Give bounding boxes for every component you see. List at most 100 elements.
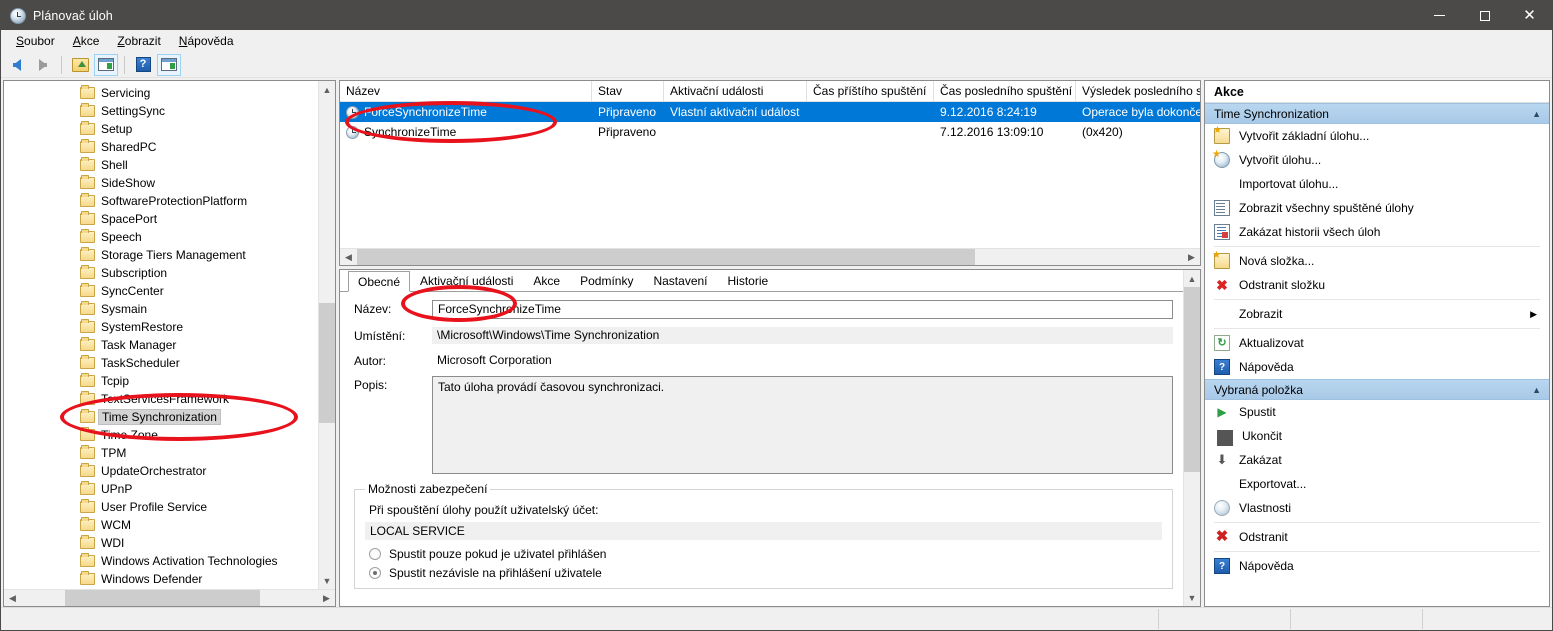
radio-run-whether-logged-on-or-not[interactable]: Spustit nezávisle na přihlášení uživatel…	[369, 566, 1162, 580]
up-folder-button[interactable]	[68, 54, 92, 76]
back-button[interactable]	[5, 54, 29, 76]
tree-item-settingsync[interactable]: SettingSync	[4, 102, 318, 120]
tree-item-subscription[interactable]: Subscription	[4, 264, 318, 282]
column-header-2[interactable]: Aktivační události	[664, 81, 807, 101]
action-zak-zat[interactable]: ⬇ Zakázat	[1205, 448, 1549, 472]
menu-akce[interactable]: Akce	[64, 31, 109, 51]
tree-item-systemrestore[interactable]: SystemRestore	[4, 318, 318, 336]
column-header-4[interactable]: Čas posledního spuštění	[934, 81, 1076, 101]
action-spustit[interactable]: ▶ Spustit	[1205, 400, 1549, 424]
minimize-button[interactable]	[1417, 1, 1462, 30]
show-action-pane-button[interactable]	[157, 53, 181, 76]
scroll-down-icon[interactable]: ▼	[319, 572, 336, 589]
action-vytvo-it-z-kladn-lohu[interactable]: Vytvořit základní úlohu...	[1205, 124, 1549, 148]
column-header-5[interactable]: Výsledek posledního spuštění	[1076, 81, 1200, 101]
tree-item-speech[interactable]: Speech	[4, 228, 318, 246]
forward-button[interactable]	[31, 54, 55, 76]
tab-podm-nky[interactable]: Podmínky	[570, 271, 643, 291]
action-n-pov-da[interactable]: ? Nápověda	[1205, 355, 1549, 379]
menu-soubor[interactable]: Soubor	[7, 31, 64, 51]
tree-item-time-synchronization[interactable]: Time Synchronization	[4, 408, 318, 426]
tab-obecn-[interactable]: Obecné	[348, 271, 411, 292]
submenu-arrow-icon[interactable]: ▶	[1530, 309, 1537, 320]
scroll-right-icon[interactable]: ▶	[1183, 249, 1200, 266]
field-name-value[interactable]: ForceSynchronizeTime	[432, 300, 1173, 319]
chevron-up-icon[interactable]: ▲	[1532, 109, 1541, 119]
action-vlastnosti[interactable]: Vlastnosti	[1205, 496, 1549, 520]
tree-item-user-profile-service[interactable]: User Profile Service	[4, 498, 318, 516]
tree-vertical-scrollbar[interactable]: ▲ ▼	[318, 81, 335, 589]
tree-item-wcm[interactable]: WCM	[4, 516, 318, 534]
radio-icon[interactable]	[369, 548, 381, 560]
action-zobrazit-v-echny-spu-t-n-lohy[interactable]: Zobrazit všechny spuštěné úlohy	[1205, 196, 1549, 220]
scroll-up-icon[interactable]: ▲	[319, 81, 336, 98]
tree-item-sideshow[interactable]: SideShow	[4, 174, 318, 192]
action-ukon-it[interactable]: Ukončit	[1205, 424, 1549, 448]
action-zak-zat-historii-v-ech-loh[interactable]: Zakázat historii všech úloh	[1205, 220, 1549, 244]
action-odstranit[interactable]: ✖ Odstranit	[1205, 525, 1549, 549]
tab-aktiva-n-ud-losti[interactable]: Aktivační události	[410, 271, 523, 291]
tab-nastaven-[interactable]: Nastavení	[643, 271, 717, 291]
action-odstranit-slo-ku[interactable]: ✖ Odstranit složku	[1205, 273, 1549, 297]
column-header-0[interactable]: Název	[340, 81, 592, 101]
tree-item-synccenter[interactable]: SyncCenter	[4, 282, 318, 300]
action-n-pov-da[interactable]: ? Nápověda	[1205, 554, 1549, 578]
tasklist-horizontal-scrollbar[interactable]: ◀ ▶	[340, 248, 1200, 265]
help-button[interactable]: ?	[131, 54, 155, 76]
tree-item-wdi[interactable]: WDI	[4, 534, 318, 552]
tree-item-softwareprotectionplatform[interactable]: SoftwareProtectionPlatform	[4, 192, 318, 210]
detail-scroll-thumb[interactable]	[1183, 287, 1200, 472]
tree-item-taskscheduler[interactable]: TaskScheduler	[4, 354, 318, 372]
action-vytvo-it-lohu[interactable]: Vytvořit úlohu...	[1205, 148, 1549, 172]
tree-item-spaceport[interactable]: SpacePort	[4, 210, 318, 228]
radio-run-only-when-logged-on[interactable]: Spustit pouze pokud je uživatel přihláše…	[369, 547, 1162, 561]
tree-scroll-track[interactable]	[318, 98, 335, 572]
tree-item-tcpip[interactable]: Tcpip	[4, 372, 318, 390]
tree-item-tpm[interactable]: TPM	[4, 444, 318, 462]
tree-item-windows-defender[interactable]: Windows Defender	[4, 570, 318, 588]
tree-item-storage-tiers-management[interactable]: Storage Tiers Management	[4, 246, 318, 264]
tree-item-shell[interactable]: Shell	[4, 156, 318, 174]
tree-item-sharedpc[interactable]: SharedPC	[4, 138, 318, 156]
tree-item-textservicesframework[interactable]: TextServicesFramework	[4, 390, 318, 408]
action-exportovat[interactable]: Exportovat...	[1205, 472, 1549, 496]
tree-item-updateorchestrator[interactable]: UpdateOrchestrator	[4, 462, 318, 480]
column-header-3[interactable]: Čas příštího spuštění	[807, 81, 934, 101]
tree-item-task-manager[interactable]: Task Manager	[4, 336, 318, 354]
scroll-left-icon[interactable]: ◀	[340, 249, 357, 266]
action-importovat-lohu[interactable]: Importovat úlohu...	[1205, 172, 1549, 196]
action-zobrazit[interactable]: Zobrazit ▶	[1205, 302, 1549, 326]
tree-scroll-thumb[interactable]	[318, 303, 335, 423]
close-button[interactable]: ✕	[1507, 1, 1552, 30]
column-header-1[interactable]: Stav	[592, 81, 664, 101]
action-aktualizovat[interactable]: ↻ Aktualizovat	[1205, 331, 1549, 355]
scroll-left-icon[interactable]: ◀	[4, 590, 21, 607]
chevron-up-icon[interactable]: ▲	[1532, 385, 1541, 395]
tree-item-sysmain[interactable]: Sysmain	[4, 300, 318, 318]
action-nov-slo-ka[interactable]: Nová složka...	[1205, 249, 1549, 273]
tasklist-hscroll-track[interactable]	[357, 248, 1183, 265]
show-console-tree-button[interactable]	[94, 53, 118, 76]
radio-icon-checked[interactable]	[369, 567, 381, 579]
tab-historie[interactable]: Historie	[718, 271, 779, 291]
tree-item-servicing[interactable]: Servicing	[4, 84, 318, 102]
menu-napoveda[interactable]: Nápověda	[170, 31, 243, 51]
tree-item-windows-activation-technologies[interactable]: Windows Activation Technologies	[4, 552, 318, 570]
maximize-button[interactable]	[1462, 1, 1507, 30]
field-description-value[interactable]: Tato úloha provádí časovou synchronizaci…	[432, 376, 1173, 474]
scroll-right-icon[interactable]: ▶	[318, 590, 335, 607]
tab-akce[interactable]: Akce	[523, 271, 570, 291]
tree-horizontal-scrollbar[interactable]: ◀ ▶	[4, 589, 335, 606]
tasklist-hscroll-thumb[interactable]	[357, 248, 975, 265]
task-row[interactable]: ForceSynchronizeTime Připraveno Vlastní ak…	[340, 102, 1200, 122]
tree-item-time-zone[interactable]: Time Zone	[4, 426, 318, 444]
scroll-down-icon[interactable]: ▼	[1184, 589, 1201, 606]
detail-scroll-track[interactable]	[1183, 287, 1200, 589]
actions-group-header-1[interactable]: Vybraná položka ▲	[1205, 379, 1549, 400]
task-row[interactable]: SynchronizeTime Připraveno 7.12.2016 13:09…	[340, 122, 1200, 142]
scroll-up-icon[interactable]: ▲	[1184, 270, 1201, 287]
tree-hscroll-track[interactable]	[21, 589, 318, 606]
tree-hscroll-thumb[interactable]	[65, 589, 260, 606]
menu-zobrazit[interactable]: Zobrazit	[108, 31, 169, 51]
actions-group-header-0[interactable]: Time Synchronization ▲	[1205, 103, 1549, 124]
